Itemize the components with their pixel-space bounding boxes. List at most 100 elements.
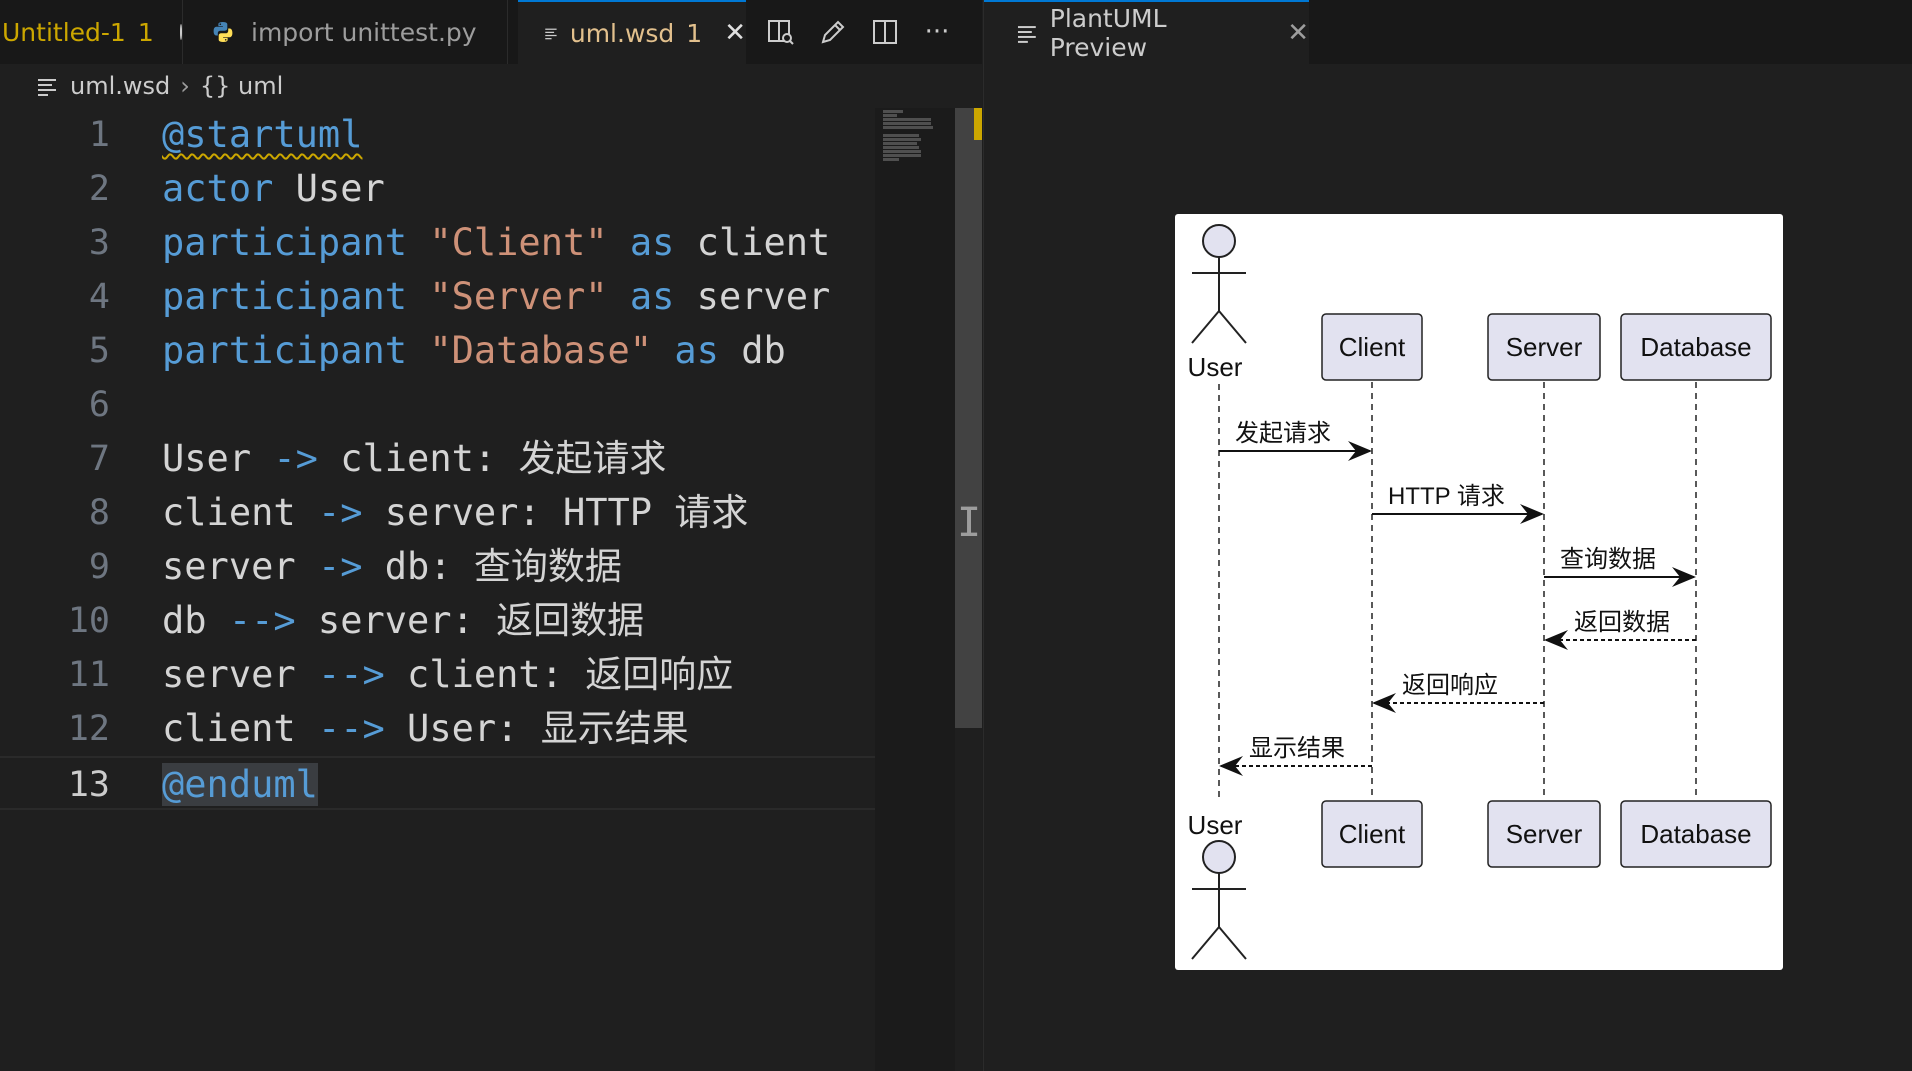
actor-label: User	[1188, 352, 1243, 382]
code-token: "Database"	[429, 329, 653, 372]
edit-pencil-icon[interactable]	[818, 17, 848, 47]
minimap-line	[883, 126, 933, 129]
code-token: "Server"	[429, 275, 608, 318]
minimap-line	[883, 154, 921, 157]
participant-label: Client	[1339, 332, 1406, 362]
code-token: db:	[362, 545, 474, 588]
line-number: 12	[67, 709, 110, 749]
message-label: 返回数据	[1574, 609, 1670, 636]
participant-label: Server	[1506, 819, 1583, 849]
file-lines-icon	[1017, 26, 1036, 43]
code-token: client	[162, 707, 318, 750]
message-label: 查询数据	[1560, 546, 1656, 573]
code-line[interactable]: 9 server -> db: 查询数据	[0, 540, 875, 594]
python-icon	[213, 22, 233, 42]
code-line[interactable]: 11 server --> client: 返回响应	[0, 648, 875, 702]
code-text: server -> db: 查询数据	[162, 540, 622, 594]
code-line[interactable]: 5 participant "Database" as db	[0, 324, 875, 378]
breadcrumb-file[interactable]: uml.wsd	[70, 72, 170, 100]
code-line[interactable]: 1 @startuml	[0, 108, 875, 162]
unsaved-dot-icon[interactable]	[179, 24, 182, 40]
minimap-line	[883, 118, 931, 121]
open-preview-to-side-icon[interactable]	[766, 17, 796, 47]
code-line[interactable]: 7 User -> client: 发起请求	[0, 432, 875, 486]
code-text: actor User	[162, 162, 385, 216]
breadcrumb-symbol[interactable]: {} uml	[200, 72, 283, 100]
code-line[interactable]: 4 participant "Server" as server	[0, 270, 875, 324]
code-token: server	[162, 545, 318, 588]
code-token: server	[674, 275, 831, 318]
sequence-diagram: User User Client Server Database Client Server…	[1175, 214, 1783, 970]
code-token: client	[674, 221, 831, 264]
code-token: 请求	[674, 491, 749, 534]
close-icon[interactable]: ✕	[724, 18, 746, 48]
line-number: 1	[88, 115, 110, 155]
code-line[interactable]: 8 client -> server: HTTP 请求	[0, 486, 875, 540]
line-number: 6	[88, 385, 110, 425]
code-text: client --> User: 显示结果	[162, 702, 689, 756]
code-token: User:	[384, 707, 541, 750]
code-line[interactable]: 10 db --> server: 返回数据	[0, 594, 875, 648]
line-number: 10	[67, 601, 110, 641]
tab-untitled-1[interactable]: Untitled-1 1	[0, 0, 183, 64]
line-number: 4	[88, 277, 110, 317]
code-token: client	[162, 491, 318, 534]
code-token: User	[273, 167, 385, 210]
minimap[interactable]	[875, 108, 955, 1071]
message-label: 显示结果	[1249, 735, 1345, 762]
code-text: participant "Database" as db	[162, 324, 786, 378]
vertical-scrollbar[interactable]	[955, 108, 982, 728]
tab-uml-wsd[interactable]: uml.wsd 1 ✕	[518, 0, 746, 64]
code-token: "Client"	[429, 221, 608, 264]
text-cursor-icon: I	[957, 500, 982, 546]
tab-import-unittest[interactable]: import unittest.py	[183, 0, 508, 64]
code-token: actor	[162, 167, 274, 210]
tab-label: import unittest.py	[251, 17, 477, 47]
code-text: participant "Client" as client	[162, 216, 830, 270]
code-token: 返回数据	[496, 599, 645, 642]
actor-leg	[1191, 926, 1220, 960]
tab-plantuml-preview[interactable]: PlantUML Preview ✕	[984, 0, 1309, 64]
actor-head-icon	[1202, 840, 1236, 874]
message-label: 发起请求	[1235, 420, 1331, 447]
split-editor-icon[interactable]	[870, 17, 900, 47]
editor-group: Untitled-1 1 import unittest.py uml.wsd …	[0, 0, 982, 1071]
tab-label: Untitled-1	[2, 17, 126, 47]
preview-tab-bar: PlantUML Preview ✕	[984, 0, 1912, 64]
actor-head-icon	[1202, 224, 1236, 258]
close-icon[interactable]: ✕	[1287, 18, 1309, 48]
code-token: as	[674, 329, 719, 372]
code-token: db	[718, 329, 786, 372]
code-token: db	[162, 599, 229, 642]
code-token: @enduml	[162, 763, 318, 806]
code-line[interactable]: 13 @enduml	[0, 756, 875, 810]
warning-marker	[974, 108, 982, 140]
message-label: HTTP 请求	[1388, 483, 1505, 510]
sequence-diagram-svg: User User Client Server Database Client Server…	[1188, 224, 1772, 960]
tab-label: uml.wsd	[569, 18, 675, 48]
code-token: -->	[317, 653, 385, 696]
code-text: participant "Server" as server	[162, 270, 830, 324]
minimap-line	[883, 142, 917, 145]
minimap-line	[883, 146, 919, 149]
code-text: User -> client: 发起请求	[162, 432, 666, 486]
code-token: ->	[317, 545, 363, 588]
code-token: server	[162, 653, 318, 696]
code-token: server: HTTP	[362, 491, 675, 534]
code-token: client:	[384, 653, 586, 696]
more-actions-icon[interactable]: ···	[922, 17, 952, 47]
code-text: server --> client: 返回响应	[162, 648, 733, 702]
code-editor[interactable]: 1 @startuml 2 actor User 3 participant "Clien…	[0, 108, 875, 1071]
code-token: participant	[162, 329, 408, 372]
code-line[interactable]: 6	[0, 378, 875, 432]
code-line[interactable]: 2 actor User	[0, 162, 875, 216]
code-line[interactable]: 3 participant "Client" as client	[0, 216, 875, 270]
code-token: @startuml	[162, 113, 363, 156]
code-token: client:	[317, 437, 519, 480]
code-text: @enduml	[162, 758, 318, 812]
code-line[interactable]: 12 client --> User: 显示结果	[0, 702, 875, 756]
